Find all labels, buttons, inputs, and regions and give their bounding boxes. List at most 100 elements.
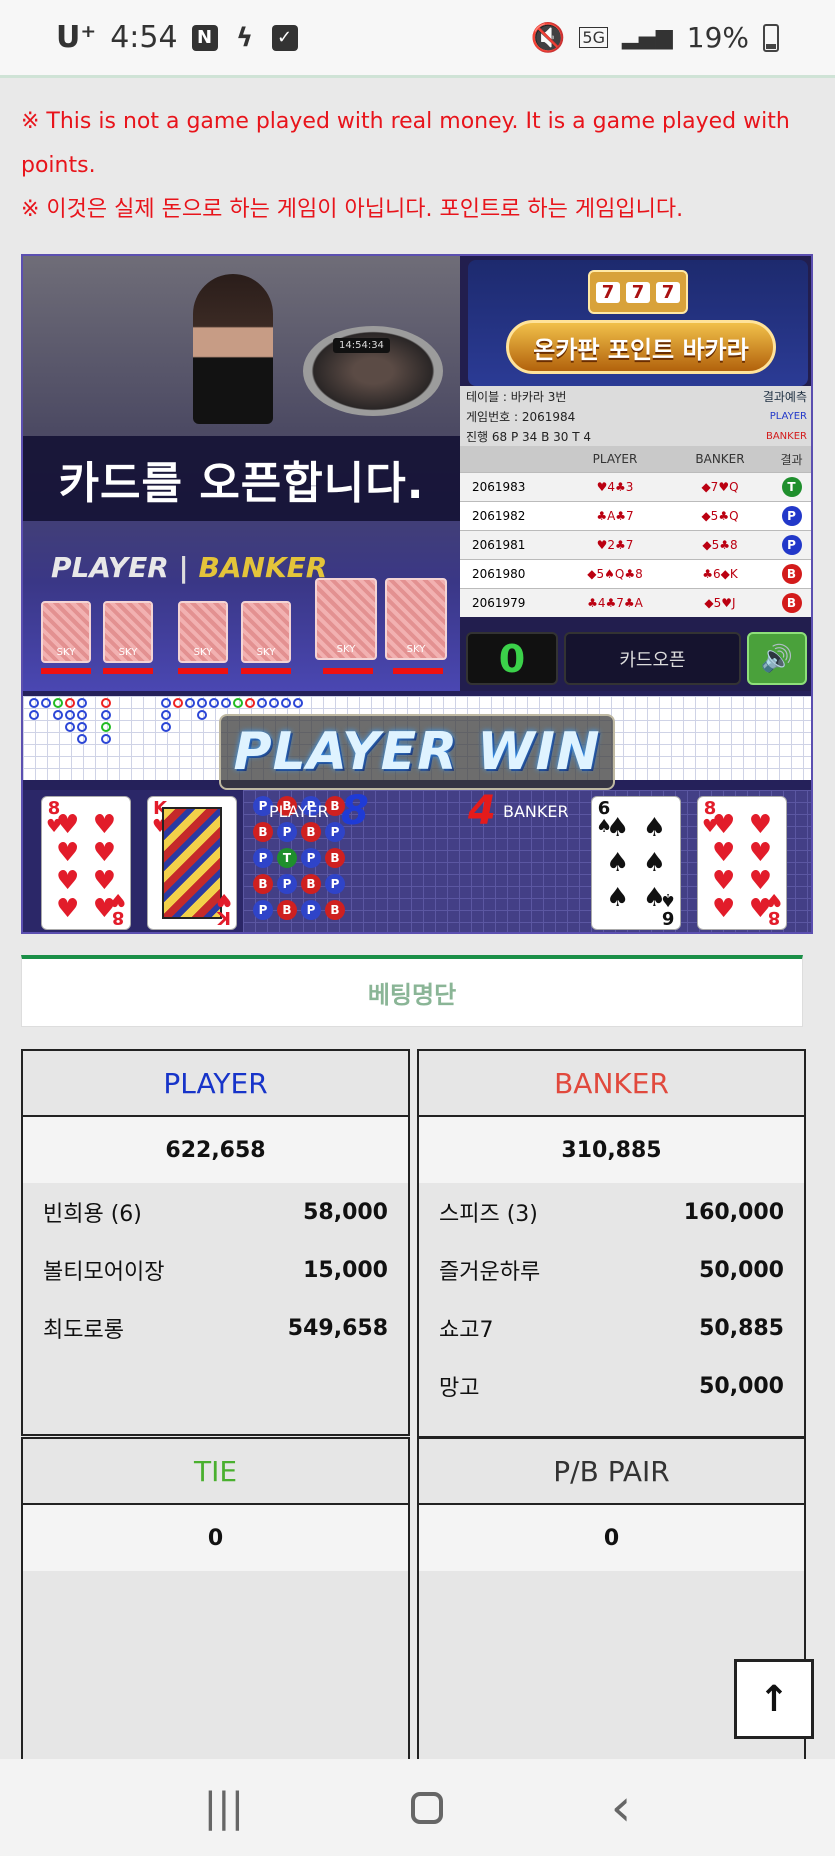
face-down-card: SKY [41,601,91,663]
road-mark [77,710,87,720]
check-notification-icon: ✓ [271,24,298,51]
game-info: 테이블 : 바카라 3번 결과예측 게임번호 : 2061984 PLAYER 진행… [460,386,811,446]
road-mark [65,710,75,720]
bet-row: 쇼고7 50,885 [439,1315,784,1344]
home-button[interactable] [411,1791,444,1824]
road-mark [65,722,75,732]
road-bubble: P [277,822,297,842]
road-mark [53,710,63,720]
player-score-label: PLAYER [269,802,329,821]
scroll-to-top-button[interactable]: ↑ [734,1659,814,1739]
road-mark [101,710,111,720]
status-bar: U⁺ 4:54 N ϟ ✓ 🔇 5G ▂▄▆ 19% [0,0,835,78]
back-button[interactable]: ‹ [611,1778,632,1838]
result-badge: P [781,506,802,526]
player-bets-total: 622,658 [23,1117,408,1183]
road-mark [77,698,87,708]
road-bubble: B [301,874,321,894]
road-bubble: P [301,848,321,868]
result-badge: B [781,593,802,613]
tie-bets-total: 0 [23,1505,408,1571]
network-5g-icon: 5G [579,27,608,48]
road-bubble: P [325,874,345,894]
banker-bets-panel: BANKER 310,885 스피즈 (3) 160,000 즐거운하루 50,00… [417,1049,806,1438]
table-name: 테이블 : 바카라 3번 [466,389,567,404]
prediction-label: 결과예측 [762,389,807,404]
road-mark [269,698,279,708]
banker-score: 4 [468,788,496,834]
game-number: 게임번호 : 2061984 [466,409,576,424]
game-controls: 0 카드오픈 🔊 [460,626,811,691]
face-down-card: SKY [103,601,153,663]
card-slot-marker [241,668,291,674]
road-bubble: B [325,848,345,868]
result-row: 2061983 ♥4♣3 ◆7♥Q T [460,472,811,501]
baccarat-game: 14:54:34 카드를 오픈합니다. PLAYER | BANKER SKY … [21,254,813,934]
table-clock: 14:54:34 [333,338,390,353]
road-mark [101,734,111,744]
road-mark [161,698,171,708]
face-down-card: SKY [241,601,291,663]
result-row: 2061980 ◆5♠Q♣8 ♣6◆K B [460,559,811,588]
road-mark [161,722,171,732]
road-bubble: B [325,900,345,920]
face-down-card: SKY [385,578,447,660]
pair-bets-header: P/B PAIR [419,1439,804,1505]
card-slot-marker [41,668,91,674]
bet-row: 볼티모어이장 15,000 [43,1257,388,1286]
card-open-banner: 카드를 오픈합니다. [23,436,460,521]
road-mark [221,698,231,708]
result-badge: T [781,477,802,497]
bet-row: 최도로롱 549,658 [43,1315,388,1344]
result-row: 2061982 ♣A♣7 ◆5♣Q P [460,501,811,530]
naver-notification-icon: N [191,24,218,51]
card-slot-marker [103,668,153,674]
pair-bets-total: 0 [419,1505,804,1571]
road-mark [29,710,39,720]
road-mark [41,698,51,708]
notice-english: ※ This is not a game played with real mo… [21,109,790,178]
road-mark [209,698,219,708]
road-mark [281,698,291,708]
road-mark [197,698,207,708]
betting-list-title: 베팅명단 [21,955,803,1027]
road-mark [161,710,171,720]
road-mark [197,710,207,720]
mute-icon: 🔇 [530,21,566,54]
result-badge: B [781,564,802,584]
clock: 4:54 [110,20,178,55]
road-mark [29,698,39,708]
card-reveal-area: PBPBPBPTPBPBPBPBPBPB 8 ♥ ♥ ♥ ♥ ♥ ♥ ♥ ♥ ♥ 8 ♥ K ♥ K… [23,788,811,932]
road-mark [173,698,183,708]
notice-korean: ※ 이것은 실제 돈으로 하는 게임이 아닙니다. 포인트로 하는 게임입니다. [21,197,684,222]
player-bets-header: PLAYER [23,1051,408,1117]
signal-strength-icon: ▂▄▆ [622,25,673,50]
recent-apps-button[interactable]: ||| [204,1785,244,1831]
speaker-icon[interactable]: 🔊 [747,632,807,685]
card-slot-marker [323,668,373,674]
signal-app-icon: ϟ [236,22,254,53]
banker-score-label: BANKER [503,802,569,821]
card-open-button[interactable]: 카드오픈 [564,632,741,685]
result-badge: P [781,535,802,555]
road-bubble: T [277,848,297,868]
road-mark [65,698,75,708]
face-down-card: SKY [315,578,377,660]
game-stats: 진행 68 P 34 B 30 T 4 [466,429,592,444]
road-bubble: B [253,822,273,842]
card-slot-marker [178,668,228,674]
table-layout-label: PLAYER | BANKER [51,551,328,584]
dealer-figure [193,274,273,424]
tie-bets-panel: TIE 0 [21,1437,410,1767]
player-card-1: 8 ♥ ♥ ♥ ♥ ♥ ♥ ♥ ♥ ♥ 8 ♥ [41,796,131,930]
road-bubble: P [253,900,273,920]
banker-card-1: 6 ♠ ♠ ♠ ♠ ♠ ♠ ♠ 6 ♠ [591,796,681,930]
slot-machine-icon: 777 [588,270,688,314]
road-mark [185,698,195,708]
live-video: 14:54:34 카드를 오픈합니다. PLAYER | BANKER SKY … [23,256,460,691]
bet-row: 망고 50,000 [439,1373,784,1402]
carrier-label: U⁺ [56,20,97,55]
road-mark [101,698,111,708]
player-score: 8 [341,788,369,834]
result-row: 2061979 ♣4♣7♣A ◆5♥J B [460,588,811,617]
